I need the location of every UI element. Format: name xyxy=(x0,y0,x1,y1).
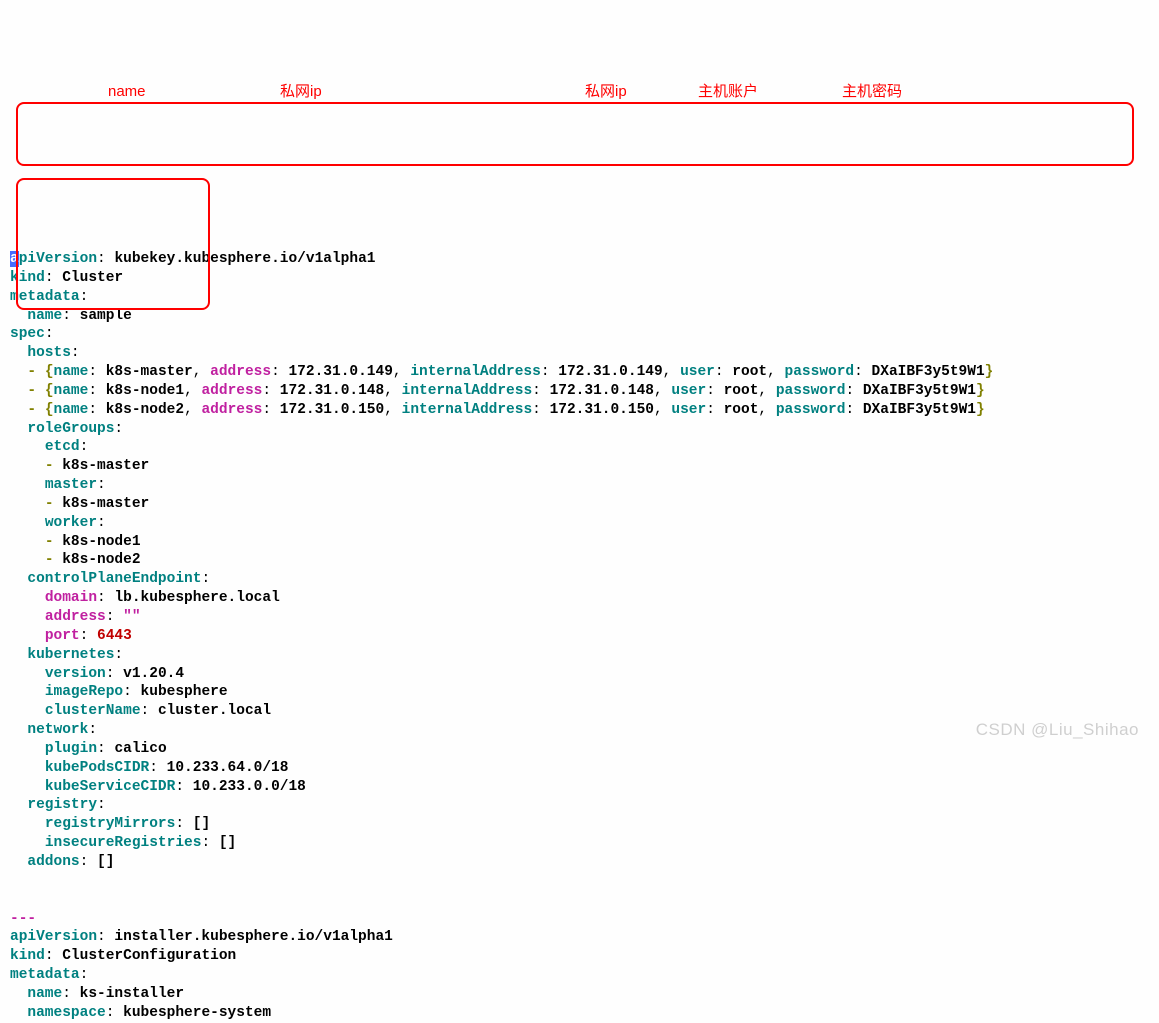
yaml-code-block: apiVersion: kubekey.kubesphere.io/v1alph… xyxy=(10,251,993,1021)
watermark: CSDN @Liu_Shihao xyxy=(976,719,1139,741)
hosts-highlight-box xyxy=(16,102,1134,166)
annot-privip1: 私网ip xyxy=(280,82,322,102)
annot-hostuser: 主机账户 xyxy=(698,82,758,102)
annot-hostpwd: 主机密码 xyxy=(842,82,902,102)
annot-name: name xyxy=(108,82,146,102)
annot-privip2: 私网ip xyxy=(585,82,627,102)
